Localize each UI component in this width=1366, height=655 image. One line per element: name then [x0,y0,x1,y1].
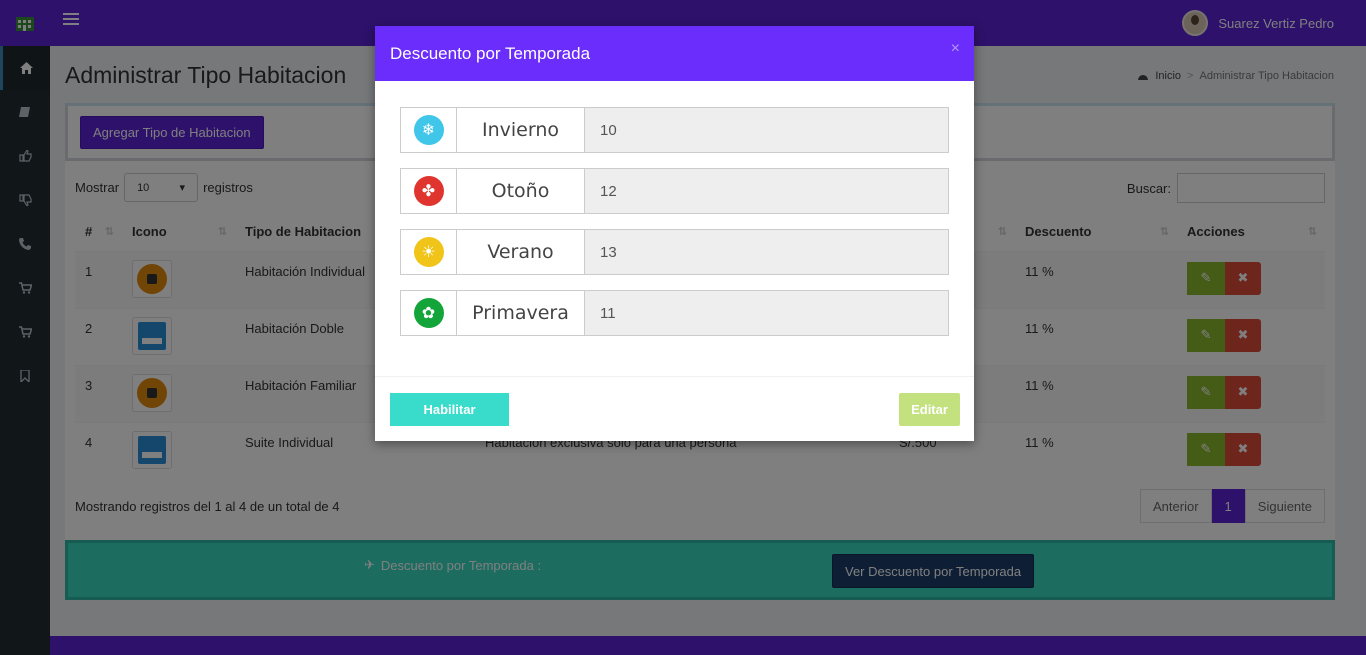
enable-button[interactable]: Habilitar [390,393,509,426]
season-row-summer: ☀ Verano 13 [400,229,949,275]
season-name: Otoño [456,168,585,214]
modal-body: ❄ Invierno 10 ✤ Otoño 12 ☀ Verano 13 ✿ P… [375,81,974,336]
season-discount-field[interactable]: 11 [585,290,949,336]
season-row-autumn: ✤ Otoño 12 [400,168,949,214]
season-row-winter: ❄ Invierno 10 [400,107,949,153]
modal-title: Descuento por Temporada [390,43,591,63]
season-name: Primavera [456,290,585,336]
season-discount-field[interactable]: 12 [585,168,949,214]
season-row-spring: ✿ Primavera 11 [400,290,949,336]
maple-leaf-icon: ✤ [413,176,444,206]
season-name: Invierno [456,107,585,153]
snowflake-icon: ❄ [413,115,444,145]
flower-icon: ✿ [413,298,444,328]
season-discount-modal: Descuento por Temporada × ❄ Invierno 10 … [375,26,974,441]
modal-footer: Habilitar Editar [375,376,974,441]
season-discount-field[interactable]: 10 [585,107,949,153]
edit-discount-button[interactable]: Editar [899,393,960,426]
sun-icon: ☀ [413,237,444,267]
close-icon[interactable]: × [951,40,960,58]
modal-header: Descuento por Temporada × [375,26,974,81]
season-discount-field[interactable]: 13 [585,229,949,275]
season-name: Verano [456,229,585,275]
